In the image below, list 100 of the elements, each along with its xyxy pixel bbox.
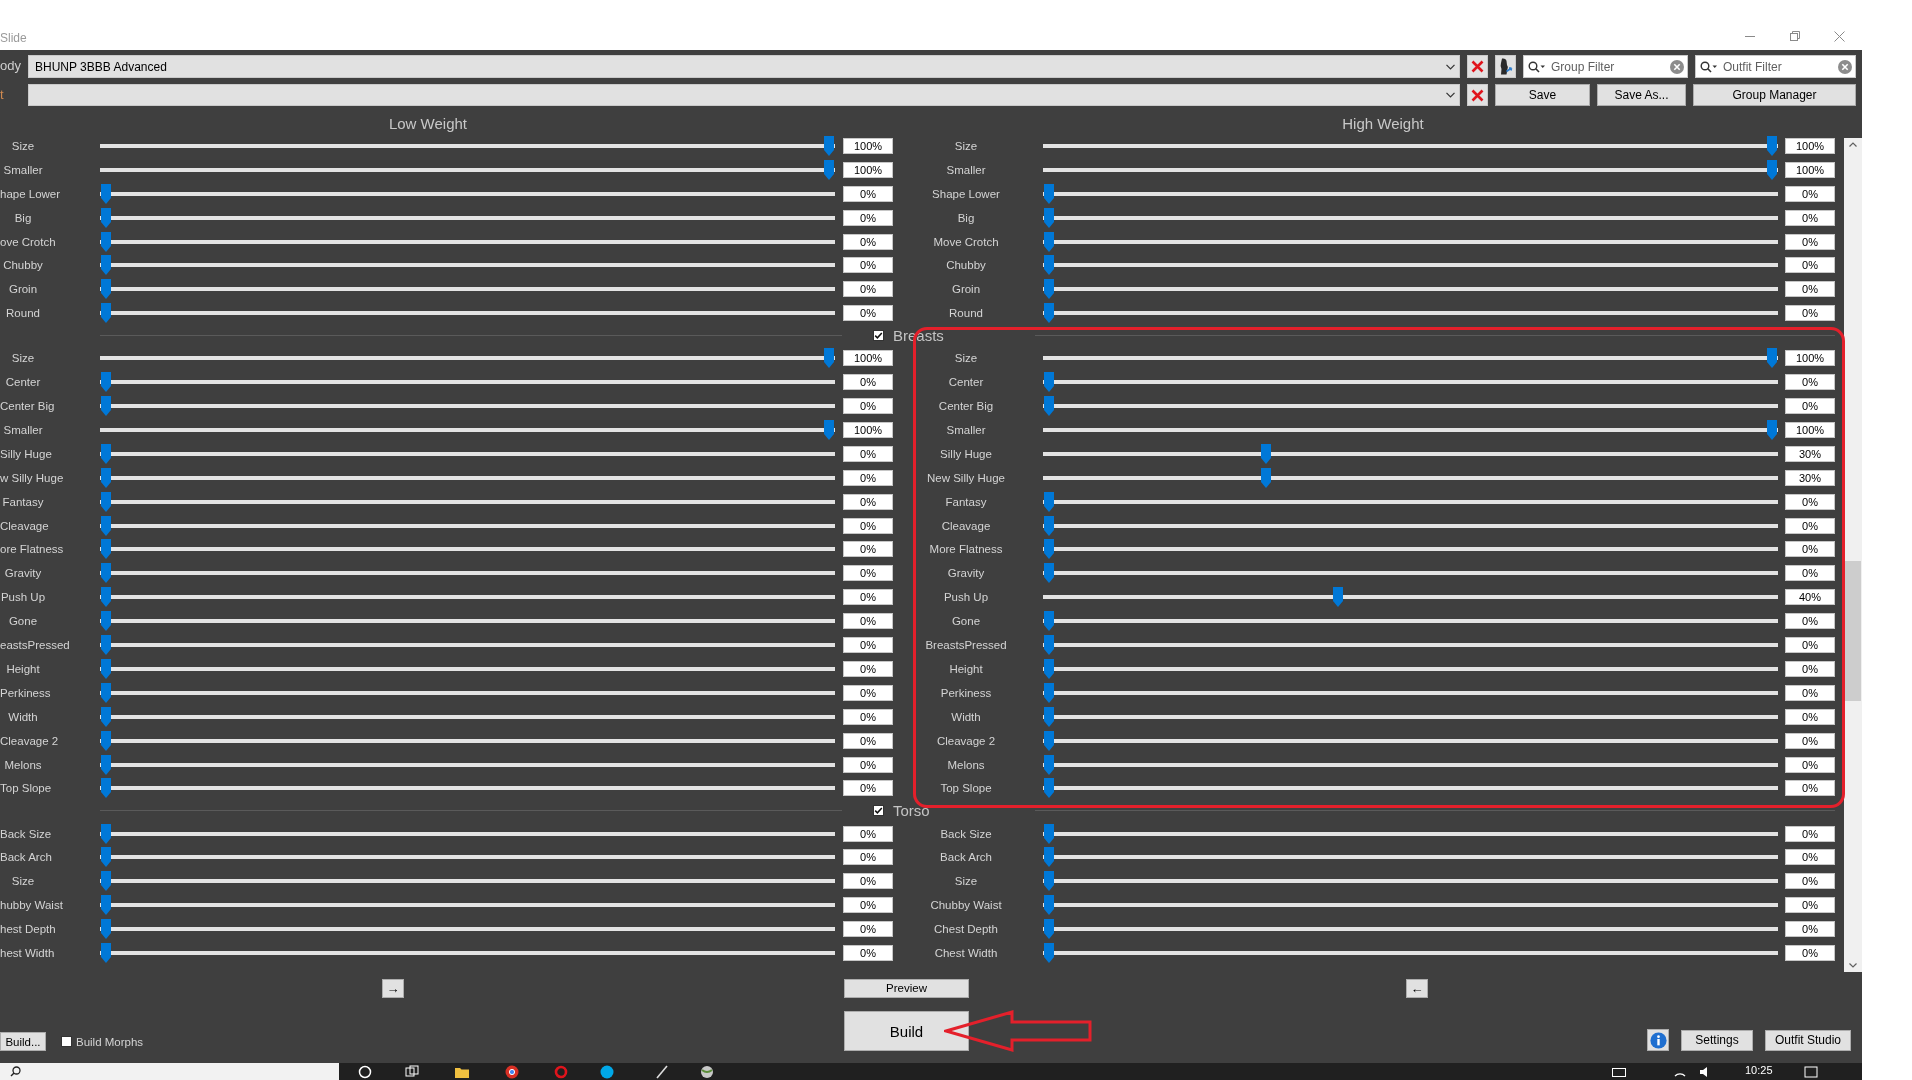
clear-icon[interactable] [1670,59,1684,74]
value-field[interactable]: 0% [843,825,893,842]
value-field[interactable]: 0% [1785,209,1835,226]
value-field[interactable]: 0% [1785,660,1835,677]
slider-thumb[interactable] [101,396,111,417]
slider-thumb[interactable] [824,348,834,369]
value-field[interactable]: 0% [1785,398,1835,415]
checkbox[interactable] [873,330,884,342]
slider-thumb[interactable] [101,372,111,393]
figure-button[interactable] [1495,55,1516,78]
value-field[interactable]: 0% [1785,541,1835,558]
clear-button[interactable] [1467,55,1488,78]
checkbox[interactable] [61,1036,72,1047]
value-field[interactable]: 0% [843,541,893,558]
slider-thumb[interactable] [1767,420,1777,441]
value-field[interactable]: 0% [843,660,893,677]
toolbar-button[interactable]: Save [1495,84,1590,106]
toolbar-button[interactable]: Save As... [1597,84,1686,106]
value-field[interactable]: 100% [1785,350,1835,367]
value-field[interactable]: 0% [1785,517,1835,534]
ball-icon[interactable] [700,1065,714,1079]
slider-thumb[interactable] [101,183,111,204]
value-field[interactable]: 0% [843,637,893,654]
value-field[interactable]: 0% [843,589,893,606]
slider-thumb[interactable] [1044,823,1054,844]
value-field[interactable]: 0% [1785,565,1835,582]
slider-thumb[interactable] [1333,587,1344,608]
value-field[interactable]: 0% [1785,281,1835,298]
value-field[interactable]: 0% [843,708,893,725]
slider-thumb[interactable] [1044,183,1054,204]
value-field[interactable]: 0% [843,897,893,914]
value-field[interactable]: 0% [843,305,893,322]
value-field[interactable]: 0% [843,684,893,701]
slider-thumb[interactable] [1044,539,1054,560]
slider-thumb[interactable] [1044,658,1054,679]
slider-thumb[interactable] [101,467,111,488]
slider-thumb[interactable] [101,255,111,276]
slider-thumb[interactable] [1044,895,1054,916]
slider-thumb[interactable] [101,515,111,536]
value-field[interactable]: 0% [843,493,893,510]
slider-thumb[interactable] [101,823,111,844]
slider-thumb[interactable] [101,847,111,868]
value-field[interactable]: 100% [843,350,893,367]
dropdown-field[interactable]: BHUNP 3BBB Advanced [28,55,1460,78]
slider-thumb[interactable] [101,682,111,703]
chevron-down-icon[interactable] [1849,963,1857,968]
value-field[interactable]: 40% [1785,589,1835,606]
slider-thumb[interactable] [1044,563,1054,584]
slider-thumb[interactable] [101,871,111,892]
slider-thumb[interactable] [101,730,111,751]
value-field[interactable]: 0% [1785,732,1835,749]
value-field[interactable]: 0% [1785,945,1835,962]
value-field[interactable]: 0% [1785,921,1835,938]
footer-button[interactable]: Settings [1681,1029,1753,1051]
folder-icon[interactable] [455,1065,469,1079]
value-field[interactable]: 0% [1785,233,1835,250]
pen-icon[interactable] [655,1065,669,1079]
value-field[interactable]: 0% [843,233,893,250]
slider-thumb[interactable] [1044,919,1054,940]
value-field[interactable]: 0% [843,281,893,298]
arrow-button[interactable]: → [382,978,404,998]
notification-icon[interactable] [1803,1065,1818,1079]
slider-thumb[interactable] [1767,135,1777,156]
value-field[interactable]: 0% [843,565,893,582]
scrollbar[interactable] [1844,138,1862,972]
value-field[interactable]: 30% [1785,445,1835,462]
slider-thumb[interactable] [1044,635,1054,656]
value-field[interactable]: 0% [843,756,893,773]
slider-thumb[interactable] [1044,396,1054,417]
value-field[interactable]: 0% [1785,708,1835,725]
slider-thumb[interactable] [1044,943,1054,964]
value-field[interactable]: 0% [1785,756,1835,773]
value-field[interactable]: 0% [843,780,893,797]
slider-thumb[interactable] [1044,303,1054,324]
footer-button[interactable]: Outfit Studio [1765,1029,1851,1051]
search-field[interactable]: Outfit Filter [1695,55,1856,78]
slider-thumb[interactable] [101,491,111,512]
slider-thumb[interactable] [1044,491,1054,512]
slider-thumb[interactable] [101,563,111,584]
value-field[interactable]: 0% [1785,780,1835,797]
slider-thumb[interactable] [824,135,834,156]
value-field[interactable]: 0% [1785,305,1835,322]
slider-thumb[interactable] [101,279,111,300]
slider-thumb[interactable] [101,207,111,228]
slider-thumb[interactable] [1260,467,1271,488]
value-field[interactable]: 0% [1785,897,1835,914]
slider-thumb[interactable] [101,895,111,916]
slider-thumb[interactable] [1044,730,1054,751]
slider-thumb[interactable] [101,754,111,775]
value-field[interactable]: 30% [1785,469,1835,486]
clear-button[interactable] [1467,84,1488,106]
slider-thumb[interactable] [101,919,111,940]
slider-thumb[interactable] [101,635,111,656]
value-field[interactable]: 0% [1785,185,1835,202]
slider-thumb[interactable] [101,539,111,560]
slider-thumb[interactable] [101,778,111,799]
slider-thumb[interactable] [1044,372,1054,393]
value-field[interactable]: 0% [843,849,893,866]
value-field[interactable]: 0% [1785,613,1835,630]
value-field[interactable]: 0% [843,469,893,486]
